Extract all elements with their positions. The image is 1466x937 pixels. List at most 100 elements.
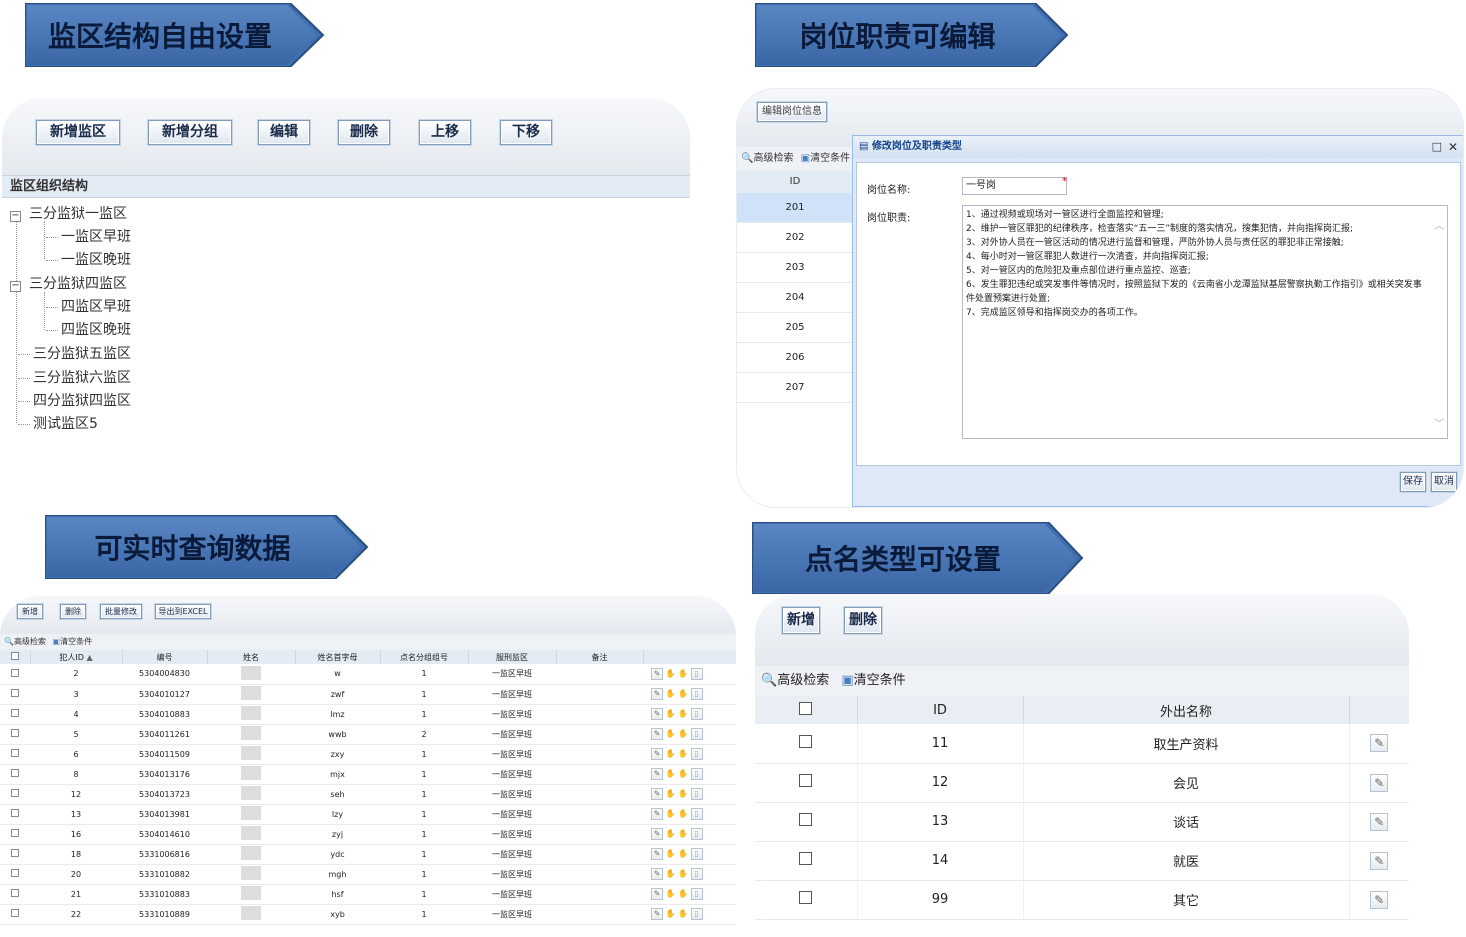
row-checkbox[interactable] (755, 841, 858, 880)
clear-filter-link[interactable]: 清空条件 (60, 637, 92, 646)
tree-node-group[interactable]: 四监区早班 (46, 296, 131, 316)
rollcall-icon[interactable]: ✋ (666, 829, 676, 838)
edit-icon[interactable]: ✎ (651, 808, 663, 820)
edit-icon[interactable]: ✎ (651, 688, 663, 700)
detail-icon[interactable]: ▯ (690, 768, 703, 780)
detail-icon[interactable]: ▯ (690, 828, 703, 840)
detail-icon[interactable]: ▯ (690, 848, 703, 860)
maximize-icon[interactable]: □ (1432, 136, 1442, 158)
add-button[interactable]: 新增 (782, 607, 820, 634)
row-checkbox[interactable] (0, 744, 30, 764)
table-row[interactable]: 202 (737, 223, 853, 253)
delete-button[interactable]: 删除 (844, 607, 882, 634)
row-checkbox[interactable] (0, 864, 30, 884)
rollcall-icon[interactable]: ✋ (666, 909, 676, 918)
row-checkbox[interactable] (0, 684, 30, 704)
row-checkbox[interactable] (0, 724, 30, 744)
table-row[interactable]: 201 (737, 193, 853, 223)
table-row[interactable]: 206 (737, 343, 853, 373)
tree-node-area[interactable]: 三分监狱六监区 (18, 367, 131, 387)
checkin-icon[interactable]: ✋ (678, 709, 688, 718)
column-header[interactable]: 点名分组组号 (380, 650, 469, 664)
table-row[interactable]: 5 5304011261 wwb 2 一监区早班 ✎ ✋ ✋ ▯ (0, 724, 736, 744)
advanced-search-link[interactable]: 高级检索 (753, 153, 793, 164)
add-area-button[interactable]: 新增监区 (36, 120, 120, 145)
detail-icon[interactable]: ▯ (690, 728, 703, 740)
clear-icon[interactable]: ▣ (841, 673, 853, 688)
search-icon[interactable]: 🔍 (741, 153, 753, 164)
column-header[interactable]: 编号 (122, 650, 208, 664)
search-icon[interactable]: 🔍 (761, 673, 777, 688)
table-row[interactable]: 203 (737, 253, 853, 283)
table-row[interactable]: 204 (737, 283, 853, 313)
rollcall-icon[interactable]: ✋ (666, 669, 676, 678)
checkin-icon[interactable]: ✋ (678, 689, 688, 698)
table-row[interactable]: 16 5304014610 zyj 1 一监区早班 ✎ ✋ ✋ ▯ (0, 824, 736, 844)
delete-button[interactable]: 删除 (338, 120, 390, 145)
row-checkbox[interactable] (0, 764, 30, 784)
column-header[interactable]: ID (857, 696, 1024, 724)
table-row[interactable]: 6 5304011509 zxy 1 一监区早班 ✎ ✋ ✋ ▯ (0, 744, 736, 764)
close-icon[interactable]: ✕ (1448, 136, 1458, 158)
checkin-icon[interactable]: ✋ (678, 669, 688, 678)
detail-icon[interactable]: ▯ (690, 868, 703, 880)
edit-icon[interactable]: ✎ (651, 828, 663, 840)
edit-icon[interactable]: ✎ (651, 908, 663, 920)
clear-icon[interactable]: ▣ (801, 153, 810, 164)
detail-icon[interactable]: ▯ (690, 888, 703, 900)
row-checkbox[interactable] (0, 824, 30, 844)
search-icon[interactable]: 🔍 (4, 637, 14, 646)
rollcall-icon[interactable]: ✋ (666, 849, 676, 858)
table-row[interactable]: 18 5331006816 ydc 1 一监区早班 ✎ ✋ ✋ ▯ (0, 844, 736, 864)
cancel-button[interactable]: 取消 (1431, 472, 1457, 492)
detail-icon[interactable]: ▯ (690, 667, 703, 680)
row-checkbox[interactable] (0, 884, 30, 904)
batch-edit-button[interactable]: 批量修改 (100, 604, 142, 619)
delete-button[interactable]: 删除 (60, 604, 86, 619)
rollcall-icon[interactable]: ✋ (666, 749, 676, 758)
row-checkbox[interactable] (755, 802, 858, 841)
row-checkbox[interactable] (0, 904, 30, 924)
collapse-icon[interactable]: − (10, 211, 21, 222)
edit-icon[interactable]: ✎ (1370, 812, 1389, 831)
clear-filter-link[interactable]: 清空条件 (854, 673, 906, 688)
edit-icon[interactable]: ✎ (651, 768, 663, 780)
rollcall-icon[interactable]: ✋ (666, 809, 676, 818)
move-up-button[interactable]: 上移 (419, 120, 471, 145)
column-header[interactable]: 姓名 (207, 650, 296, 664)
table-row[interactable]: 13 谈话 ✎ (755, 802, 1409, 841)
detail-icon[interactable]: ▯ (690, 748, 703, 760)
table-row[interactable]: 3 5304010127 zwf 1 一监区早班 ✎ ✋ ✋ ▯ (0, 684, 736, 704)
checkin-icon[interactable]: ✋ (678, 789, 688, 798)
scroll-down-icon[interactable]: ﹀ (1434, 418, 1444, 432)
tree-node-group[interactable]: 四监区晚班 (46, 319, 131, 339)
table-row[interactable]: 11 取生产资料 ✎ (755, 724, 1409, 763)
rollcall-icon[interactable]: ✋ (666, 729, 676, 738)
export-excel-button[interactable]: 导出到EXCEL (155, 604, 211, 619)
tree-node-area[interactable]: 三分监狱五监区 (18, 343, 131, 363)
column-header[interactable]: 备注 (556, 650, 644, 664)
edit-icon[interactable]: ✎ (651, 728, 663, 740)
table-row[interactable]: 13 5304013981 lzy 1 一监区早班 ✎ ✋ ✋ ▯ (0, 804, 736, 824)
checkin-icon[interactable]: ✋ (678, 809, 688, 818)
table-row[interactable]: 22 5331010889 xyb 1 一监区早班 ✎ ✋ ✋ ▯ (0, 904, 736, 924)
rollcall-icon[interactable]: ✋ (666, 709, 676, 718)
detail-icon[interactable]: ▯ (690, 788, 703, 800)
row-checkbox[interactable] (0, 844, 30, 864)
tree-node-group[interactable]: 一监区晚班 (46, 249, 131, 269)
table-row[interactable]: 21 5331010883 hsf 1 一监区早班 ✎ ✋ ✋ ▯ (0, 884, 736, 904)
rollcall-icon[interactable]: ✋ (666, 869, 676, 878)
checkin-icon[interactable]: ✋ (678, 869, 688, 878)
table-row[interactable]: 205 (737, 313, 853, 343)
column-header[interactable]: 外出名称 (1023, 696, 1350, 724)
edit-icon[interactable]: ✎ (651, 888, 663, 900)
checkin-icon[interactable]: ✋ (678, 889, 688, 898)
add-group-button[interactable]: 新增分组 (148, 120, 232, 145)
table-row[interactable]: 12 5304013723 seh 1 一监区早班 ✎ ✋ ✋ ▯ (0, 784, 736, 804)
rollcall-icon[interactable]: ✋ (666, 689, 676, 698)
table-row[interactable]: 99 其它 ✎ (755, 880, 1409, 919)
clear-icon[interactable]: ▣ (53, 637, 61, 646)
edit-icon[interactable]: ✎ (651, 788, 663, 800)
rollcall-icon[interactable]: ✋ (666, 769, 676, 778)
detail-icon[interactable]: ▯ (690, 808, 703, 820)
